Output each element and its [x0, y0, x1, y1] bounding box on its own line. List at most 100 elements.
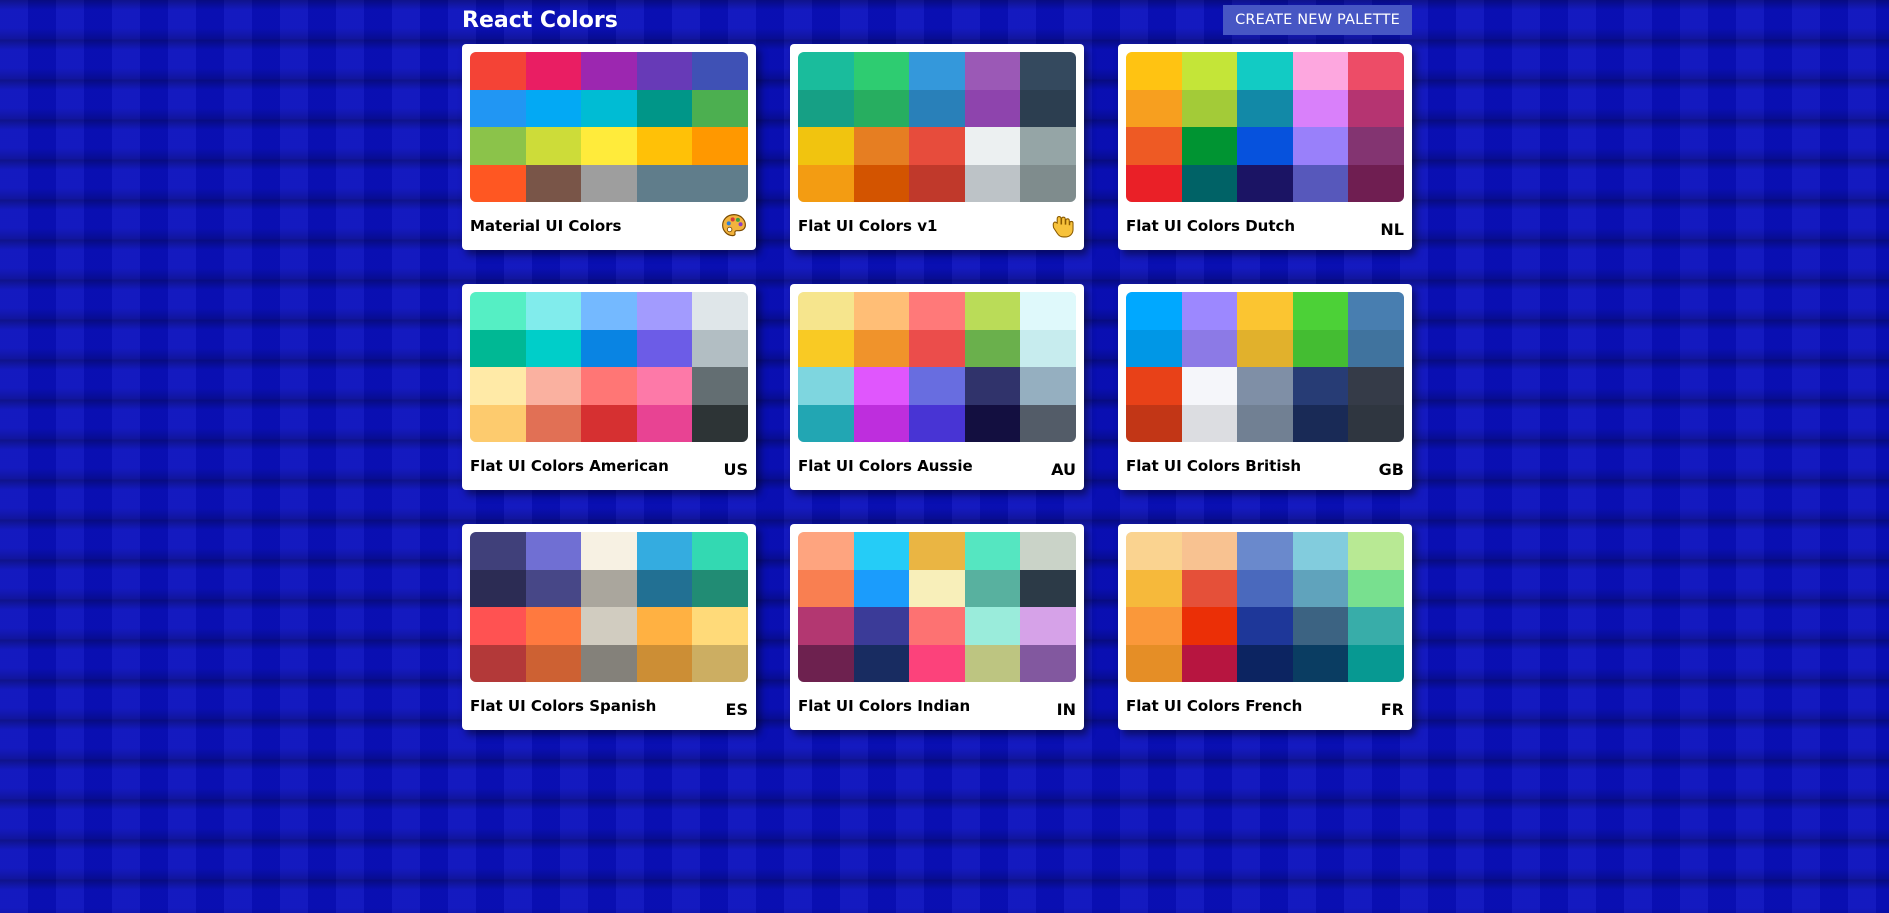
- color-swatch: [853, 164, 910, 202]
- palette-card-footer: Flat UI Colors Dutch NL: [1126, 202, 1404, 250]
- color-swatch: [636, 644, 693, 682]
- color-swatch: [1020, 329, 1076, 367]
- palette-card-footer: Flat UI Colors Spanish ES: [470, 682, 748, 730]
- color-swatch: [581, 164, 637, 202]
- palette-swatches: [470, 292, 748, 442]
- color-swatch: [1126, 644, 1182, 682]
- palette-name: Flat UI Colors American: [470, 457, 669, 475]
- palette-card[interactable]: Flat UI Colors Dutch NL: [1118, 44, 1412, 250]
- color-swatch: [853, 89, 910, 127]
- color-swatch: [1348, 292, 1404, 330]
- palette-swatches: [798, 532, 1076, 682]
- palette-card[interactable]: Flat UI Colors British GB: [1118, 284, 1412, 490]
- palette-swatches: [1126, 292, 1404, 442]
- color-swatch: [1237, 52, 1293, 90]
- palette-card[interactable]: Flat UI Colors French FR: [1118, 524, 1412, 730]
- color-swatch: [909, 644, 965, 682]
- palette-card[interactable]: Flat UI Colors Aussie AU: [790, 284, 1084, 490]
- color-swatch: [1020, 607, 1076, 645]
- color-swatch: [636, 404, 693, 442]
- color-swatch: [581, 329, 637, 367]
- color-swatch: [1020, 164, 1076, 202]
- palette-country-code: US: [723, 459, 748, 479]
- color-swatch: [525, 367, 582, 405]
- color-swatch: [909, 164, 965, 202]
- color-swatch: [692, 52, 748, 90]
- palette-icon: [720, 212, 748, 240]
- color-swatch: [964, 52, 1021, 90]
- color-swatch: [1181, 569, 1238, 607]
- color-swatch: [636, 164, 693, 202]
- color-swatch: [964, 164, 1021, 202]
- color-swatch: [964, 329, 1021, 367]
- color-swatch: [909, 532, 965, 570]
- color-swatch: [1020, 89, 1076, 127]
- palette-card-footer: Flat UI Colors French FR: [1126, 682, 1404, 730]
- color-swatch: [692, 329, 748, 367]
- color-swatch: [1126, 292, 1182, 330]
- color-swatch: [1020, 367, 1076, 405]
- color-swatch: [964, 532, 1021, 570]
- color-swatch: [692, 164, 748, 202]
- color-swatch: [636, 292, 693, 330]
- color-swatch: [636, 367, 693, 405]
- color-swatch: [1237, 89, 1293, 127]
- color-swatch: [1181, 532, 1238, 570]
- palette-card-footer: Flat UI Colors Indian IN: [798, 682, 1076, 730]
- palette-card-footer: Flat UI Colors American US: [470, 442, 748, 490]
- color-swatch: [909, 127, 965, 165]
- color-swatch: [1020, 52, 1076, 90]
- palette-card[interactable]: Flat UI Colors American US: [462, 284, 756, 490]
- palette-card[interactable]: Flat UI Colors Spanish ES: [462, 524, 756, 730]
- color-swatch: [964, 292, 1021, 330]
- color-swatch: [1292, 569, 1349, 607]
- palette-card[interactable]: Flat UI Colors v1: [790, 44, 1084, 250]
- color-swatch: [1181, 644, 1238, 682]
- color-swatch: [798, 569, 854, 607]
- palette-card[interactable]: Material UI Colors: [462, 44, 756, 250]
- color-swatch: [470, 292, 526, 330]
- palette-card[interactable]: Flat UI Colors Indian IN: [790, 524, 1084, 730]
- color-swatch: [470, 569, 526, 607]
- color-swatch: [636, 89, 693, 127]
- palette-swatches: [798, 52, 1076, 202]
- app-title: React Colors: [462, 7, 618, 33]
- palette-card-footer: Material UI Colors: [470, 202, 748, 250]
- color-swatch: [798, 164, 854, 202]
- color-swatch: [1181, 52, 1238, 90]
- color-swatch: [470, 367, 526, 405]
- palette-list-container: React Colors CREATE NEW PALETTE Material…: [462, 0, 1412, 730]
- color-swatch: [964, 127, 1021, 165]
- color-swatch: [1292, 607, 1349, 645]
- color-swatch: [692, 532, 748, 570]
- palette-name: Flat UI Colors Spanish: [470, 697, 657, 715]
- color-swatch: [1020, 532, 1076, 570]
- palette-country-code: GB: [1378, 459, 1404, 479]
- palette-swatches: [470, 52, 748, 202]
- hand-icon: [1048, 212, 1076, 240]
- color-swatch: [581, 367, 637, 405]
- color-swatch: [798, 644, 854, 682]
- color-swatch: [1126, 569, 1182, 607]
- color-swatch: [1181, 367, 1238, 405]
- color-swatch: [798, 329, 854, 367]
- color-swatch: [1292, 89, 1349, 127]
- color-swatch: [1348, 52, 1404, 90]
- color-swatch: [853, 329, 910, 367]
- palette-swatches: [1126, 532, 1404, 682]
- color-swatch: [1237, 532, 1293, 570]
- color-swatch: [1126, 89, 1182, 127]
- color-swatch: [1126, 367, 1182, 405]
- color-swatch: [525, 127, 582, 165]
- color-swatch: [692, 292, 748, 330]
- color-swatch: [1020, 292, 1076, 330]
- palette-grid: Material UI Colors Flat UI Colors v1 Flat …: [462, 44, 1412, 730]
- create-new-palette-button[interactable]: CREATE NEW PALETTE: [1223, 5, 1412, 35]
- palette-name: Flat UI Colors French: [1126, 697, 1303, 715]
- palette-country-code: FR: [1380, 699, 1404, 719]
- color-swatch: [1292, 404, 1349, 442]
- color-swatch: [581, 532, 637, 570]
- palette-swatches: [798, 292, 1076, 442]
- color-swatch: [1348, 367, 1404, 405]
- color-swatch: [964, 644, 1021, 682]
